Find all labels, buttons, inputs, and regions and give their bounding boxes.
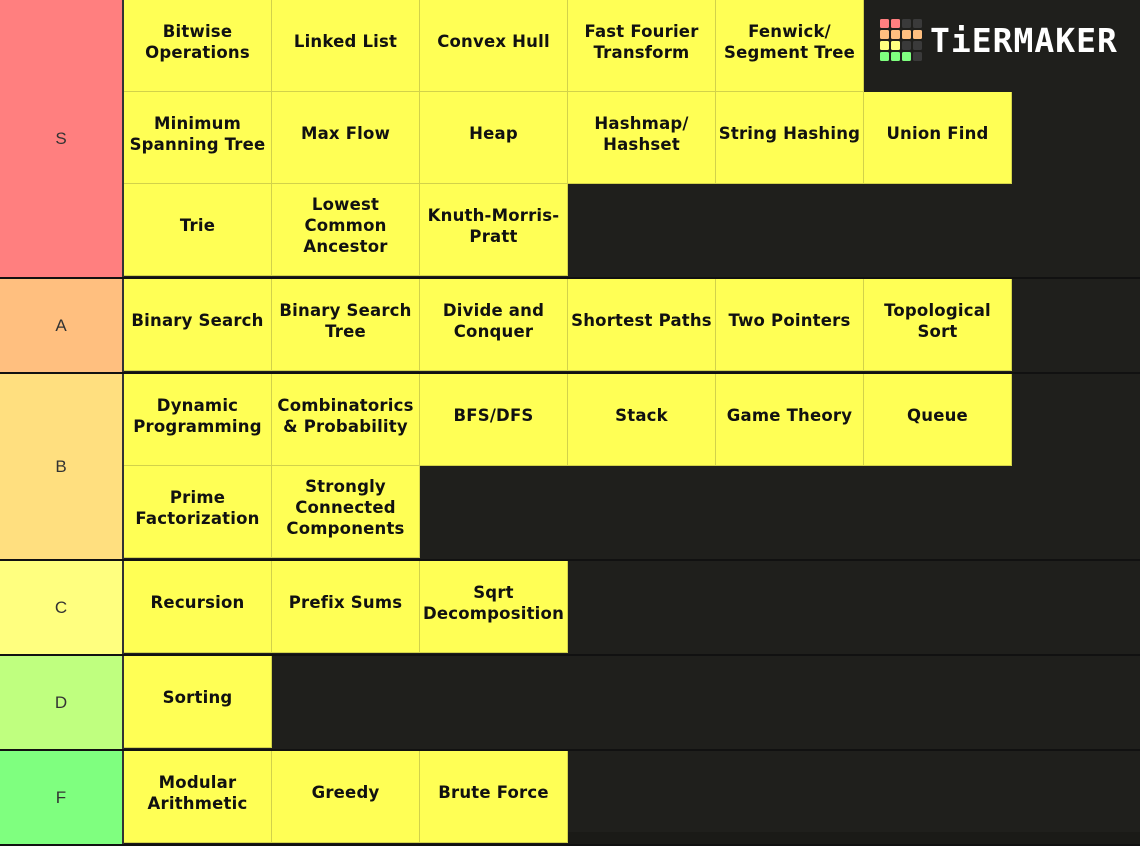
logo-grid-cell [891,30,900,39]
logo-grid-cell [902,30,911,39]
tier-item[interactable]: Convex Hull [420,0,568,92]
tier-item[interactable]: Prime Factorization [124,466,272,558]
tier-item[interactable]: Topological Sort [864,279,1012,371]
tier-item[interactable]: Heap [420,92,568,184]
tier-item[interactable]: Game Theory [716,374,864,466]
logo-grid-cell [880,52,889,61]
tier-item[interactable]: Binary Search Tree [272,279,420,371]
tier-label[interactable]: A [0,279,124,372]
tier-item[interactable]: Prefix Sums [272,561,420,653]
tier-item[interactable]: Queue [864,374,1012,466]
tier-item[interactable]: Sorting [124,656,272,748]
tier-item[interactable]: Divide and Conquer [420,279,568,371]
tier-label[interactable]: F [0,751,124,844]
tier-row-c: C Recursion Prefix Sums Sqrt Decomposition [0,561,1140,656]
tier-item[interactable]: Strongly Connected Components [272,466,420,558]
tier-item[interactable]: BFS/DFS [420,374,568,466]
tier-item[interactable]: Knuth-Morris- Pratt [420,184,568,276]
tiermaker-grid-icon [880,19,922,61]
logo-grid-cell [880,30,889,39]
tier-label[interactable]: S [0,0,124,277]
tier-items-container: Binary Search Binary Search Tree Divide an… [124,279,1140,372]
tier-row-b: B Dynamic Programming Combinatorics & Prob… [0,374,1140,561]
tier-item[interactable]: Linked List [272,0,420,92]
tier-item[interactable]: Two Pointers [716,279,864,371]
logo-grid-cell [891,41,900,50]
logo-grid-cell [891,52,900,61]
tier-label[interactable]: B [0,374,124,559]
tier-row-a: A Binary Search Binary Search Tree Divide a… [0,279,1140,374]
tiermaker-logo: TiERMAKER [880,18,1118,62]
tier-item[interactable]: Stack [568,374,716,466]
tier-item[interactable]: Greedy [272,751,420,843]
tier-item[interactable]: Fenwick/ Segment Tree [716,0,864,92]
tier-item[interactable]: Max Flow [272,92,420,184]
logo-grid-cell [902,41,911,50]
tier-label[interactable]: C [0,561,124,654]
tier-item[interactable]: Shortest Paths [568,279,716,371]
logo-grid-cell [880,41,889,50]
tier-items-container: Modular Arithmetic Greedy Brute Force [124,751,1140,844]
tier-item[interactable]: Combinatorics & Probability [272,374,420,466]
tier-items-container: Dynamic Programming Combinatorics & Proba… [124,374,1140,559]
logo-grid-cell [880,19,889,28]
tier-item[interactable]: Bitwise Operations [124,0,272,92]
tier-row-d: D Sorting [0,656,1140,751]
tier-item[interactable]: Binary Search [124,279,272,371]
logo-grid-cell [891,19,900,28]
tier-item[interactable]: Minimum Spanning Tree [124,92,272,184]
tier-label[interactable]: D [0,656,124,749]
tier-item[interactable]: Hashmap/ Hashset [568,92,716,184]
tier-list-board: F Modular Arithmetic Greedy Brute Force D Sor… [0,0,1140,846]
tier-item[interactable]: Recursion [124,561,272,653]
tier-item[interactable]: Dynamic Programming [124,374,272,466]
tiermaker-wordmark: TiERMAKER [930,20,1118,60]
tier-items-container: Recursion Prefix Sums Sqrt Decomposition [124,561,1140,654]
logo-grid-cell [913,52,922,61]
tier-item[interactable]: Modular Arithmetic [124,751,272,843]
tier-item[interactable]: Union Find [864,92,1012,184]
logo-grid-cell [902,52,911,61]
tier-item[interactable]: Brute Force [420,751,568,843]
tier-item[interactable]: Sqrt Decomposition [420,561,568,653]
tier-item[interactable]: Fast Fourier Transform [568,0,716,92]
logo-grid-cell [902,19,911,28]
logo-grid-cell [913,19,922,28]
tier-items-container: Sorting [124,656,1140,749]
tier-item[interactable]: Trie [124,184,272,276]
tier-item[interactable]: String Hashing [716,92,864,184]
logo-grid-cell [913,30,922,39]
tier-item[interactable]: Lowest Common Ancestor [272,184,420,276]
logo-grid-cell [913,41,922,50]
